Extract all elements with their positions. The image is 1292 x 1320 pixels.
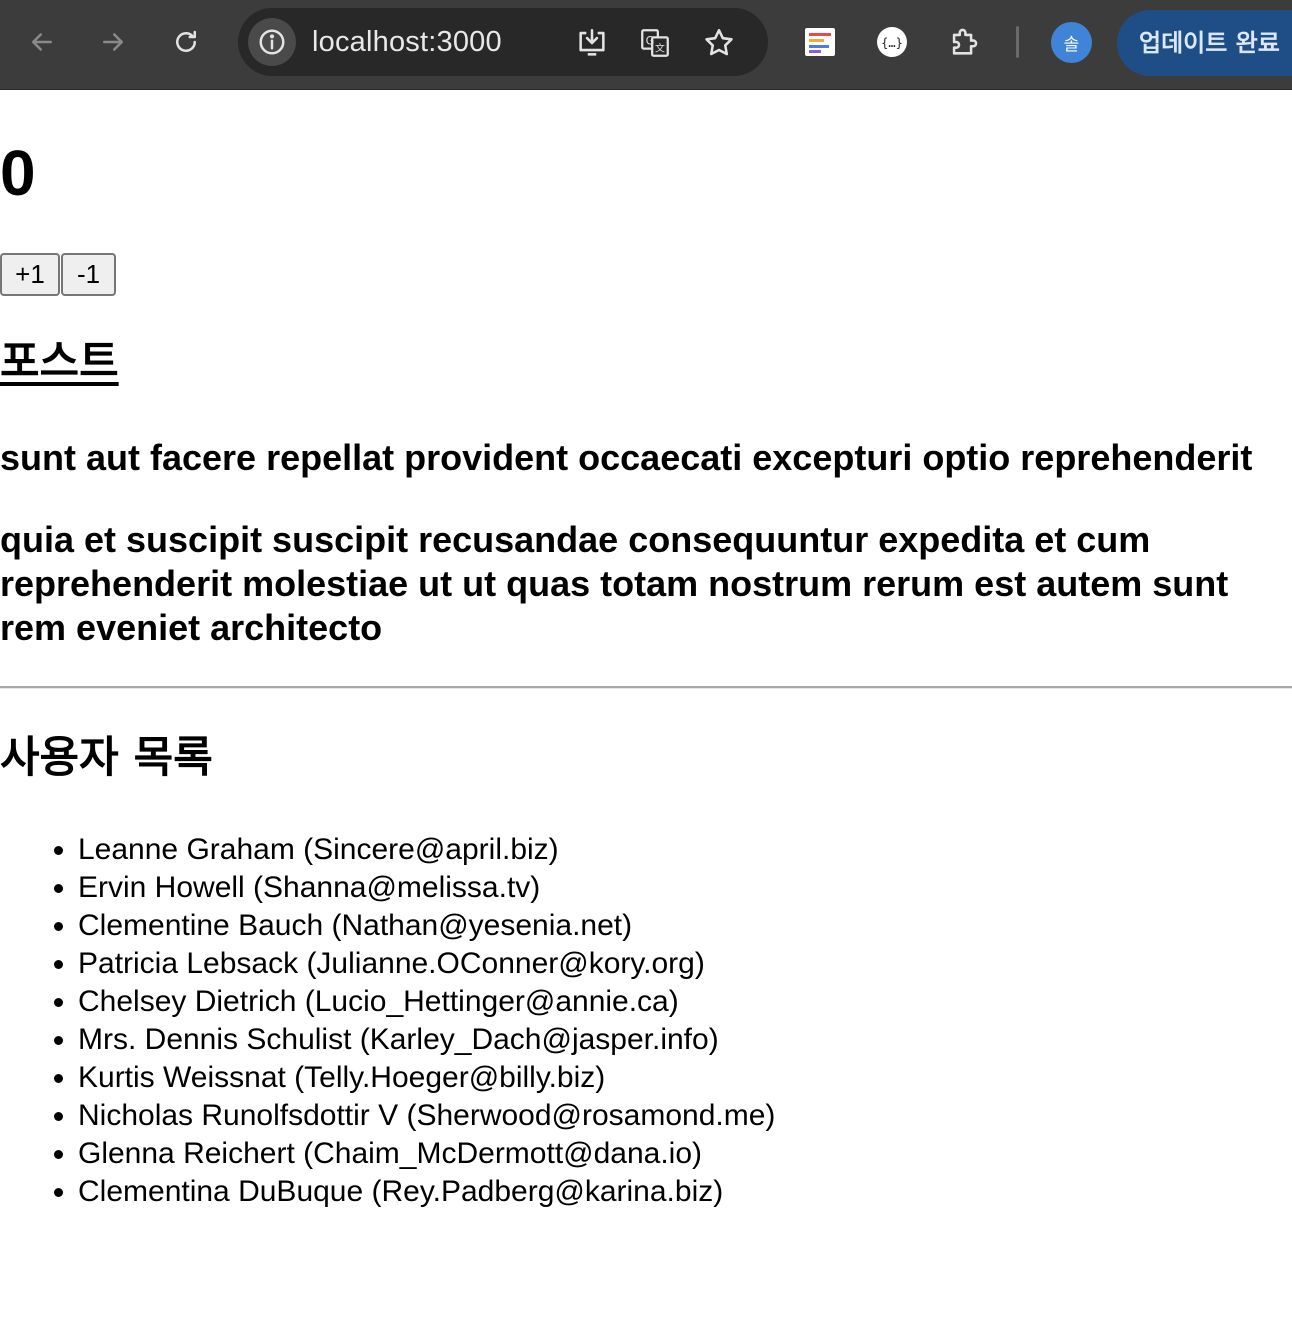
counter-value: 0 bbox=[0, 137, 36, 209]
user-list-item: Clementina DuBuque (Rey.Padberg@karina.b… bbox=[78, 1173, 775, 1211]
user-list-item: Mrs. Dennis Schulist (Karley_Dach@jasper… bbox=[78, 1021, 775, 1059]
extension-button[interactable] bbox=[800, 22, 840, 62]
json-extension-button[interactable]: {…} bbox=[872, 22, 912, 62]
toolbar-divider bbox=[1016, 26, 1019, 58]
section-divider bbox=[0, 686, 1292, 689]
install-app-button[interactable] bbox=[574, 25, 610, 61]
forward-button[interactable] bbox=[92, 21, 134, 63]
user-list-item: Kurtis Weissnat (Telly.Hoeger@billy.biz) bbox=[78, 1059, 775, 1097]
profile-avatar[interactable]: 솔 bbox=[1051, 22, 1092, 63]
user-list-item: Ervin Howell (Shanna@melissa.tv) bbox=[78, 869, 775, 907]
counter-buttons: +1 -1 bbox=[0, 253, 116, 296]
back-button[interactable] bbox=[21, 21, 63, 63]
translate-button[interactable]: G文 bbox=[637, 25, 673, 61]
user-list: Leanne Graham (Sincere@april.biz) Ervin … bbox=[0, 831, 775, 1211]
user-list-item: Glenna Reichert (Chaim_McDermott@dana.io… bbox=[78, 1135, 775, 1173]
browser-toolbar: localhost:3000 G文 {…} 솔 업데이트 완료 bbox=[0, 0, 1292, 90]
star-icon bbox=[705, 28, 733, 56]
list-extension-icon bbox=[805, 28, 835, 56]
increment-button[interactable]: +1 bbox=[0, 253, 60, 296]
post-title: sunt aut facere repellat provident occae… bbox=[0, 437, 1253, 478]
user-list-item: Patricia Lebsack (Julianne.OConner@kory.… bbox=[78, 945, 775, 983]
reload-button[interactable] bbox=[165, 21, 207, 63]
json-extension-icon: {…} bbox=[877, 27, 907, 57]
url-text[interactable]: localhost:3000 bbox=[312, 26, 502, 59]
decrement-button[interactable]: -1 bbox=[61, 253, 116, 296]
user-list-item: Chelsey Dietrich (Lucio_Hettinger@annie.… bbox=[78, 983, 775, 1021]
update-complete-button[interactable]: 업데이트 완료 bbox=[1117, 10, 1292, 76]
user-list-item: Leanne Graham (Sincere@april.biz) bbox=[78, 831, 775, 869]
install-icon bbox=[579, 28, 605, 56]
bookmark-button[interactable] bbox=[701, 25, 737, 61]
translate-icon: G文 bbox=[641, 29, 669, 57]
svg-text:G: G bbox=[646, 33, 655, 47]
posts-heading: 포스트 bbox=[0, 337, 119, 387]
svg-text:{…}: {…} bbox=[881, 36, 903, 50]
users-heading: 사용자 목록 bbox=[0, 733, 213, 783]
user-list-item: Clementine Bauch (Nathan@yesenia.net) bbox=[78, 907, 775, 945]
info-icon bbox=[259, 29, 285, 55]
puzzle-icon bbox=[952, 28, 978, 55]
extensions-menu-button[interactable] bbox=[944, 22, 984, 62]
site-info-button[interactable] bbox=[248, 18, 296, 66]
user-list-item: Nicholas Runolfsdottir V (Sherwood@rosam… bbox=[78, 1097, 775, 1135]
arrow-right-icon bbox=[103, 33, 123, 51]
reload-icon bbox=[176, 30, 196, 52]
arrow-left-icon bbox=[32, 33, 52, 51]
post-body: quia et suscipit suscipit recusandae con… bbox=[0, 519, 1229, 648]
svg-text:文: 文 bbox=[655, 42, 665, 55]
address-bar[interactable]: localhost:3000 G文 bbox=[238, 8, 768, 76]
